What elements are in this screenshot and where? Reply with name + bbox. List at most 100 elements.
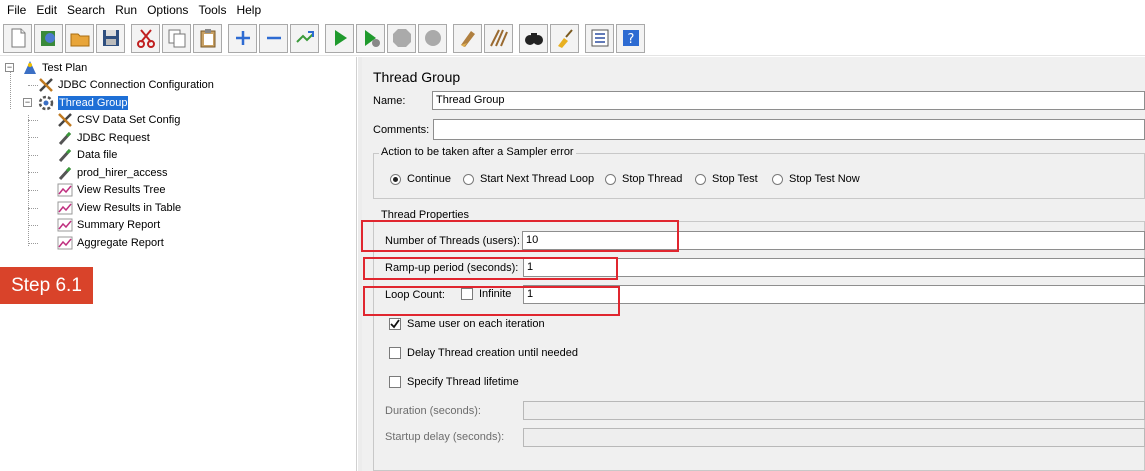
expand-all-button[interactable] [228, 23, 257, 53]
tree-node-label: JDBC Connection Configuration [58, 78, 214, 91]
reset-search-button[interactable] [550, 23, 579, 53]
menu-bar: File Edit Search Run Options Tools Help [0, 0, 1145, 20]
stop-test-radio-label: Stop Test [712, 173, 758, 185]
function-helper-icon [591, 29, 608, 47]
start-icon [334, 30, 347, 46]
name-field[interactable]: Thread Group [432, 91, 1145, 110]
loop-count-highlight-box [363, 286, 620, 316]
templates-button[interactable] [34, 23, 63, 53]
name-label: Name: [373, 95, 406, 107]
tree-node-aggregate-report[interactable]: Aggregate Report [57, 234, 164, 251]
copy-button[interactable] [162, 23, 191, 53]
menu-search[interactable]: Search [62, 3, 110, 17]
startup-delay-field[interactable] [523, 428, 1145, 447]
start-no-pauses-button[interactable] [356, 23, 385, 53]
stop-test-now-radio[interactable]: Stop Test Now [772, 173, 860, 185]
start-button[interactable] [325, 23, 354, 53]
tree-node-thread-group[interactable]: Thread Group [38, 94, 129, 111]
paste-button[interactable] [193, 23, 222, 53]
stop-thread-radio-label: Stop Thread [622, 173, 683, 185]
continue-radio[interactable]: Continue [390, 173, 451, 185]
collapse-icon [266, 36, 281, 40]
duration-label: Duration (seconds): [385, 405, 481, 417]
checkmark-icon [390, 319, 400, 329]
clear-icon [460, 31, 475, 47]
tree-node-summary-report[interactable]: Summary Report [57, 216, 160, 233]
test-plan-icon [24, 60, 36, 74]
shutdown-button[interactable] [418, 23, 447, 53]
tree-node-prod-hirer-access[interactable]: prod_hirer_access [57, 164, 168, 181]
search-button[interactable] [519, 23, 548, 53]
menu-run[interactable]: Run [110, 3, 142, 17]
cut-button[interactable] [131, 23, 160, 53]
paste-icon [200, 29, 215, 48]
tree-node-label: CSV Data Set Config [77, 113, 181, 126]
search-icon [524, 33, 543, 45]
rampup-highlight-box [363, 257, 618, 280]
svg-text:?: ? [627, 32, 634, 47]
same-user-checkbox-label: Same user on each iteration [407, 318, 545, 330]
sampler-icon [58, 166, 72, 180]
comments-field[interactable] [433, 119, 1145, 140]
stop-thread-radio[interactable]: Stop Thread [605, 173, 682, 185]
listener-icon [57, 236, 73, 249]
tree-node-label: Test Plan [42, 61, 88, 74]
menu-tools[interactable]: Tools [193, 3, 231, 17]
startup-delay-label: Startup delay (seconds): [385, 431, 505, 443]
tree-node-label: Thread Group [58, 95, 129, 110]
specify-thread-lifetime-checkbox[interactable]: Specify Thread lifetime [389, 376, 519, 388]
start-next-thread-loop-radio-label: Start Next Thread Loop [480, 173, 595, 185]
open-icon [70, 33, 89, 47]
menu-file[interactable]: File [2, 3, 31, 17]
start-next-thread-loop-radio[interactable]: Start Next Thread Loop [463, 173, 594, 185]
new-button[interactable] [3, 23, 32, 53]
stop-test-radio[interactable]: Stop Test [695, 173, 758, 185]
continue-radio-label: Continue [407, 173, 452, 185]
stop-icon [392, 29, 411, 47]
cut-icon [136, 29, 155, 48]
clear-all-button[interactable] [484, 23, 513, 53]
tree-node-jdbc-request[interactable]: JDBC Request [57, 129, 150, 146]
help-icon: ? [622, 30, 639, 47]
tree-node-label: Data file [77, 148, 118, 161]
sampler-icon [58, 131, 72, 145]
open-button[interactable] [65, 23, 94, 53]
tree-node-label: Aggregate Report [77, 236, 164, 249]
toolbar: ? [0, 21, 1145, 56]
tree-node-test-plan[interactable]: Test Plan [22, 59, 87, 76]
menu-help[interactable]: Help [231, 3, 266, 17]
delay-thread-creation-checkbox-label: Delay Thread creation until needed [407, 347, 579, 359]
help-button[interactable]: ? [616, 23, 645, 53]
new-icon [11, 28, 25, 48]
stop-button[interactable] [387, 23, 416, 53]
thread-group-collapse-toggle[interactable]: − [23, 98, 32, 107]
listener-icon [57, 183, 73, 196]
delay-thread-creation-checkbox[interactable]: Delay Thread creation until needed [389, 347, 578, 359]
comments-label: Comments: [373, 124, 430, 136]
tree-node-view-results-tree[interactable]: View Results Tree [57, 181, 165, 198]
function-helper-button[interactable] [585, 23, 614, 53]
menu-edit[interactable]: Edit [31, 3, 62, 17]
save-button[interactable] [96, 23, 125, 53]
sampler-error-group-title: Action to be taken after a Sampler error [379, 146, 576, 158]
threads-highlight-box [361, 220, 679, 252]
tree-node-view-results-in-table[interactable]: View Results in Table [57, 199, 181, 216]
tree-node-jdbc-connection-configuration[interactable]: JDBC Connection Configuration [38, 76, 214, 93]
test-plan-collapse-toggle[interactable]: − [5, 63, 14, 72]
duration-field[interactable] [523, 401, 1145, 420]
clear-button[interactable] [453, 23, 482, 53]
clear-all-icon [489, 29, 508, 47]
page-title: Thread Group [373, 69, 461, 85]
templates-icon [40, 31, 55, 46]
toggle-button[interactable] [290, 23, 319, 53]
menu-options[interactable]: Options [142, 3, 193, 17]
tree-node-data-file[interactable]: Data file [57, 146, 117, 163]
tree-node-label: View Results in Table [77, 201, 182, 214]
collapse-all-button[interactable] [259, 23, 288, 53]
expand-icon [235, 31, 250, 45]
sampler-icon [58, 148, 72, 162]
listener-icon [57, 201, 73, 214]
same-user-checkbox[interactable]: Same user on each iteration [389, 318, 545, 330]
tree-node-csv-data-set-config[interactable]: CSV Data Set Config [57, 111, 180, 128]
config-element-icon [39, 77, 53, 92]
